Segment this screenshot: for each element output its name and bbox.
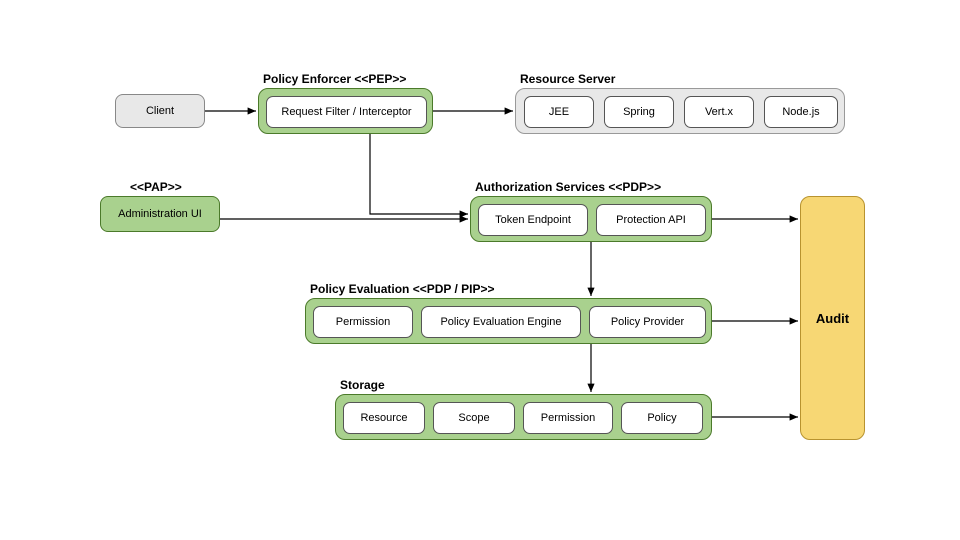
resource-server-title: Resource Server: [520, 72, 615, 86]
eval-engine-label: Policy Evaluation Engine: [440, 316, 561, 328]
client-label: Client: [146, 105, 174, 117]
storage-scope-label: Scope: [458, 412, 489, 424]
rs-item-spring: Spring: [604, 96, 674, 128]
rs-item-spring-label: Spring: [623, 106, 655, 118]
pep-request-filter-label: Request Filter / Interceptor: [281, 106, 411, 118]
rs-item-jee-label: JEE: [549, 106, 569, 118]
eval-permission-label: Permission: [336, 316, 390, 328]
eval-permission: Permission: [313, 306, 413, 338]
diagram-canvas: Client Policy Enforcer <<PEP>> Request F…: [0, 0, 960, 540]
pap-node: Administration UI: [100, 196, 220, 232]
storage-permission-label: Permission: [541, 412, 595, 424]
storage-resource-label: Resource: [360, 412, 407, 424]
rs-item-node-label: Node.js: [782, 106, 819, 118]
rs-item-node: Node.js: [764, 96, 838, 128]
pap-title: <<PAP>>: [130, 180, 182, 194]
pdp-protection-api: Protection API: [596, 204, 706, 236]
eval-provider: Policy Provider: [589, 306, 706, 338]
eval-engine: Policy Evaluation Engine: [421, 306, 581, 338]
storage-policy: Policy: [621, 402, 703, 434]
audit-label: Audit: [816, 311, 849, 326]
storage-title: Storage: [340, 378, 385, 392]
storage-resource: Resource: [343, 402, 425, 434]
rs-item-vertx: Vert.x: [684, 96, 754, 128]
pdp-token-endpoint: Token Endpoint: [478, 204, 588, 236]
auth-services-container: Token Endpoint Protection API: [470, 196, 712, 242]
client-node: Client: [115, 94, 205, 128]
pdp-token-endpoint-label: Token Endpoint: [495, 214, 571, 226]
rs-item-jee: JEE: [524, 96, 594, 128]
pap-node-label: Administration UI: [118, 208, 202, 220]
storage-policy-label: Policy: [647, 412, 676, 424]
storage-container: Resource Scope Permission Policy: [335, 394, 712, 440]
pep-container: Request Filter / Interceptor: [258, 88, 433, 134]
rs-item-vertx-label: Vert.x: [705, 106, 733, 118]
policy-evaluation-container: Permission Policy Evaluation Engine Poli…: [305, 298, 712, 344]
pep-request-filter: Request Filter / Interceptor: [266, 96, 427, 128]
auth-services-title: Authorization Services <<PDP>>: [475, 180, 661, 194]
storage-permission: Permission: [523, 402, 613, 434]
policy-evaluation-title: Policy Evaluation <<PDP / PIP>>: [310, 282, 495, 296]
audit-node: Audit: [800, 196, 865, 440]
eval-provider-label: Policy Provider: [611, 316, 684, 328]
pdp-protection-api-label: Protection API: [616, 214, 686, 226]
storage-scope: Scope: [433, 402, 515, 434]
pep-title: Policy Enforcer <<PEP>>: [263, 72, 406, 86]
resource-server-container: JEE Spring Vert.x Node.js: [515, 88, 845, 134]
